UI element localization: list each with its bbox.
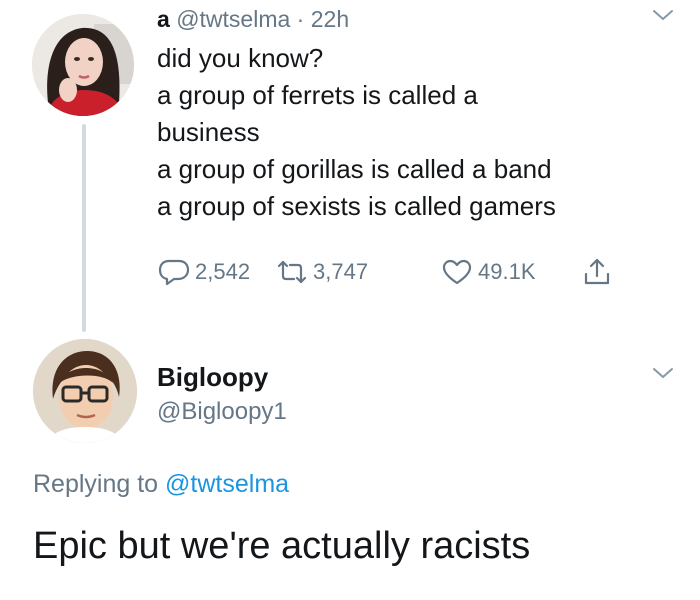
speech-bubble-icon xyxy=(158,259,190,286)
reply-button[interactable]: 2,542 xyxy=(157,255,250,289)
replying-to-mention[interactable]: @twtselma xyxy=(165,470,289,498)
heart-icon xyxy=(442,259,472,285)
boy-with-glasses-avatar-icon xyxy=(33,339,137,443)
tweet-text-line: did you know? xyxy=(157,43,324,73)
tweet-text-line: a group of gorillas is called a band xyxy=(157,154,552,184)
replying-to-line: Replying to @twtselma xyxy=(33,470,289,499)
chevron-down-icon xyxy=(653,368,673,378)
like-button[interactable]: 49.1K xyxy=(440,255,536,289)
thread-connector-line xyxy=(82,124,86,332)
author-avatar[interactable] xyxy=(32,14,134,116)
share-upload-icon xyxy=(584,258,610,285)
like-count: 49.1K xyxy=(478,259,536,284)
reply-count: 2,542 xyxy=(195,259,251,284)
tweet-text: did you know? a group of ferrets is call… xyxy=(157,40,556,225)
tweet-header: a @twtselma · 22h xyxy=(157,4,349,34)
reply-text: Epic but we're actually racists xyxy=(33,525,531,567)
tweet-timestamp[interactable]: 22h xyxy=(311,6,349,32)
reply-author-avatar[interactable] xyxy=(33,339,137,443)
chevron-down-icon xyxy=(653,10,673,20)
tweet-menu-button[interactable] xyxy=(651,6,675,24)
retweet-button[interactable]: 3,747 xyxy=(275,255,368,289)
tweet-actions-bar: 2,542 3,747 49.1K xyxy=(157,255,637,289)
share-button[interactable] xyxy=(580,255,614,289)
header-separator: · xyxy=(296,6,305,32)
replying-to-label: Replying to xyxy=(33,470,159,498)
retweet-arrows-icon xyxy=(277,260,307,284)
reply-menu-button[interactable] xyxy=(651,364,675,382)
original-tweet: a @twtselma · 22h did you know? a group … xyxy=(0,0,700,340)
tweet-text-line: business xyxy=(157,117,260,147)
tweet-text-line: a group of ferrets is called a xyxy=(157,80,478,110)
author-handle[interactable]: @twtselma xyxy=(176,6,290,32)
tweet-text-line: a group of sexists is called gamers xyxy=(157,191,556,221)
author-name[interactable]: a xyxy=(157,6,170,32)
retweet-count: 3,747 xyxy=(313,259,369,284)
reply-author-handle[interactable]: @Bigloopy1 xyxy=(157,398,287,426)
reply-author-name[interactable]: Bigloopy xyxy=(157,362,268,393)
woman-avatar-icon xyxy=(32,14,134,116)
